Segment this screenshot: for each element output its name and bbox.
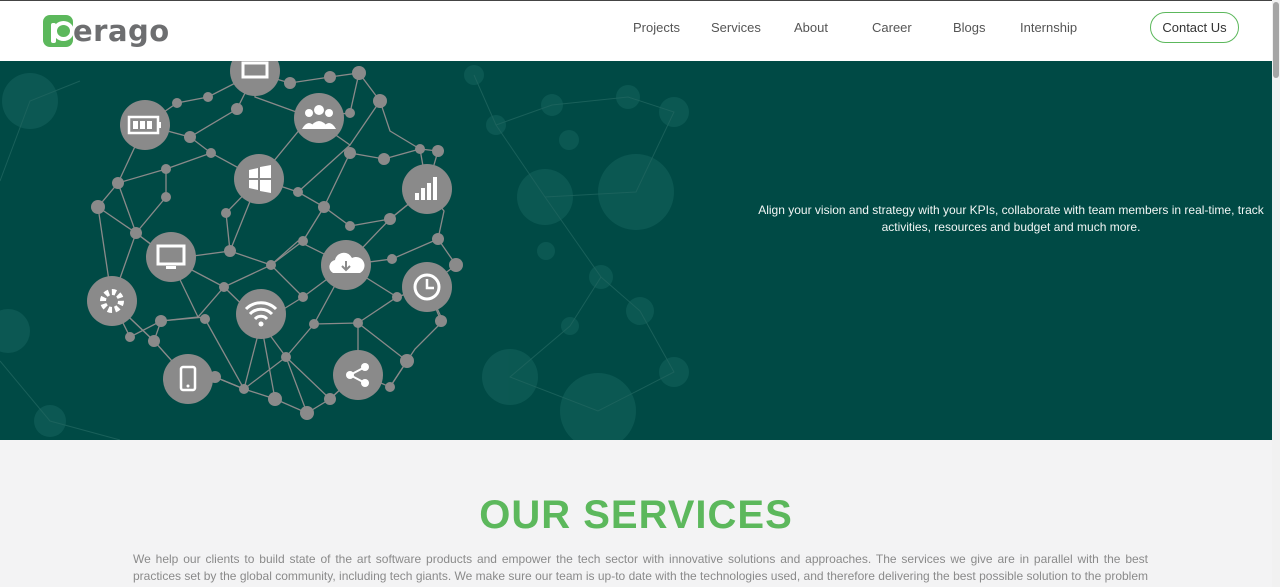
contact-us-button[interactable]: Contact Us [1150, 12, 1239, 43]
cloud-download-icon [321, 240, 371, 290]
bar-chart-icon [402, 164, 452, 214]
page-scrollbar[interactable] [1272, 0, 1280, 587]
phone-icon [163, 354, 213, 404]
network-globe-illustration [0, 61, 689, 440]
battery-icon [120, 100, 170, 150]
top-navbar: erago Projects Services About Career Blo… [0, 0, 1272, 61]
monitor-top-icon [230, 61, 280, 96]
wifi-icon [236, 289, 286, 339]
gear-icon [87, 276, 137, 326]
hero-banner: Align your vision and strategy with your… [0, 61, 1272, 440]
nav-about[interactable]: About [794, 20, 828, 35]
nav-blogs[interactable]: Blogs [953, 20, 986, 35]
services-section: OUR SERVICES We help our clients to buil… [0, 440, 1272, 587]
nav-services[interactable]: Services [711, 20, 761, 35]
clock-icon [402, 262, 452, 312]
services-description: We help our clients to build state of th… [133, 552, 1148, 587]
monitor-icon [146, 232, 196, 282]
window-icon [234, 154, 284, 204]
nav-career[interactable]: Career [872, 20, 912, 35]
services-heading: OUR SERVICES [479, 493, 793, 537]
main-nav: Projects Services About Career Blogs Int… [0, 20, 1272, 40]
scrollbar-thumb[interactable] [1273, 2, 1279, 78]
nav-projects[interactable]: Projects [633, 20, 680, 35]
nav-internship[interactable]: Internship [1020, 20, 1077, 35]
hero-tagline: Align your vision and strategy with your… [758, 203, 1264, 234]
share-icon [333, 350, 383, 400]
users-icon [294, 93, 344, 143]
